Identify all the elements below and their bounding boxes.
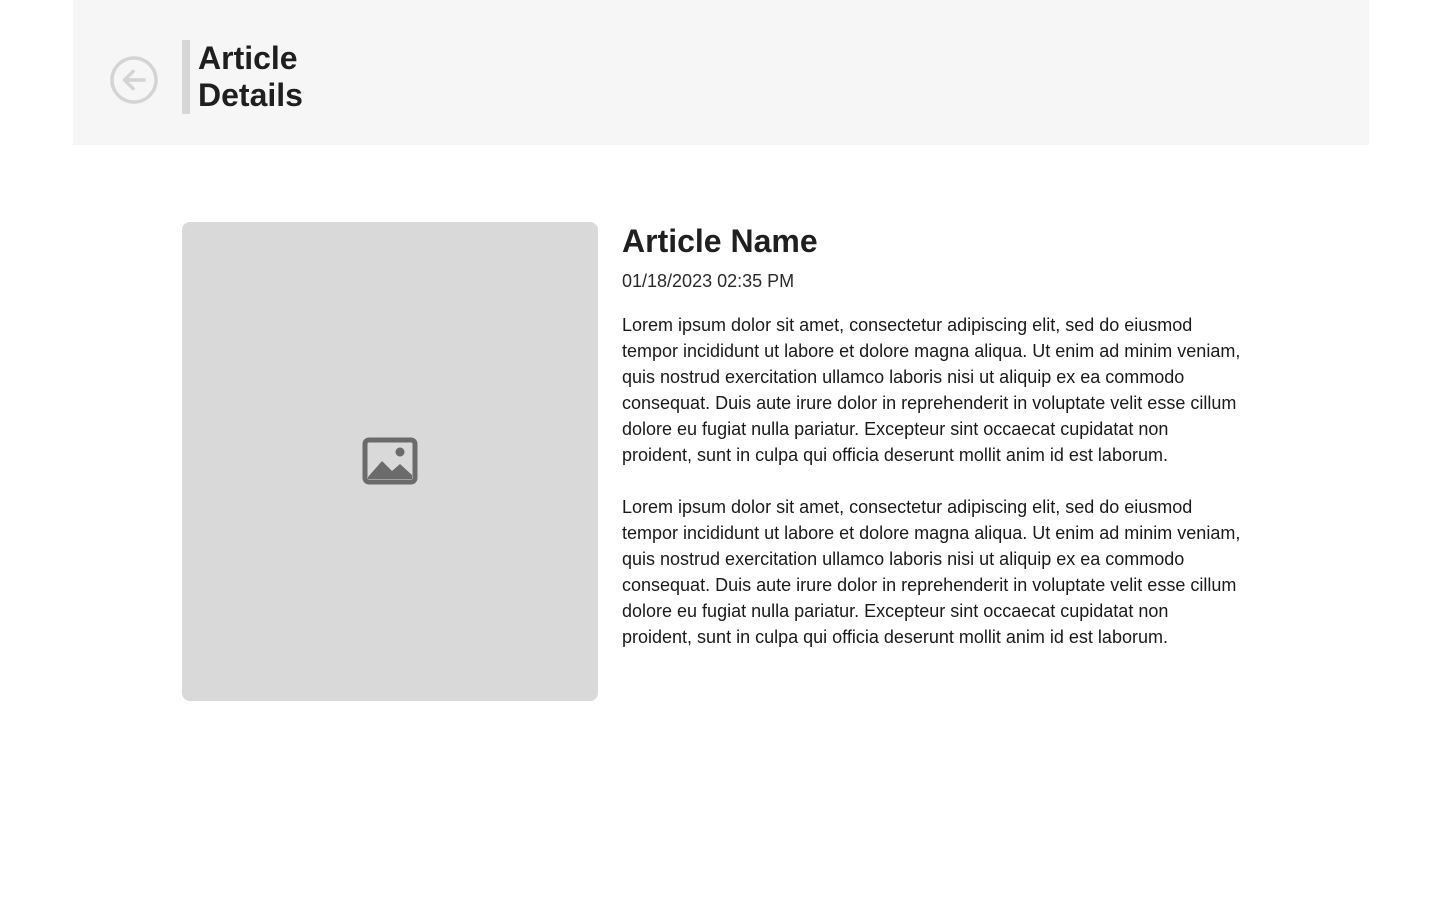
arrow-left-circle-icon <box>110 56 158 104</box>
article-image-placeholder <box>182 222 598 701</box>
page: Article Details Article Name 01/18/2023 … <box>0 0 1440 900</box>
image-icon <box>362 437 418 485</box>
article-paragraph-1: Lorem ipsum dolor sit amet, consectetur … <box>622 315 1241 465</box>
page-header: Article Details <box>73 0 1369 145</box>
back-button[interactable] <box>110 56 158 104</box>
article-paragraph-2: Lorem ipsum dolor sit amet, consectetur … <box>622 497 1241 647</box>
title-accent-bar <box>182 40 190 114</box>
article-content: Article Name 01/18/2023 02:35 PM Lorem i… <box>622 222 1242 650</box>
article-date: 01/18/2023 02:35 PM <box>622 271 795 291</box>
page-title: Article Details <box>198 40 303 113</box>
article-name: Article Name <box>622 223 818 259</box>
